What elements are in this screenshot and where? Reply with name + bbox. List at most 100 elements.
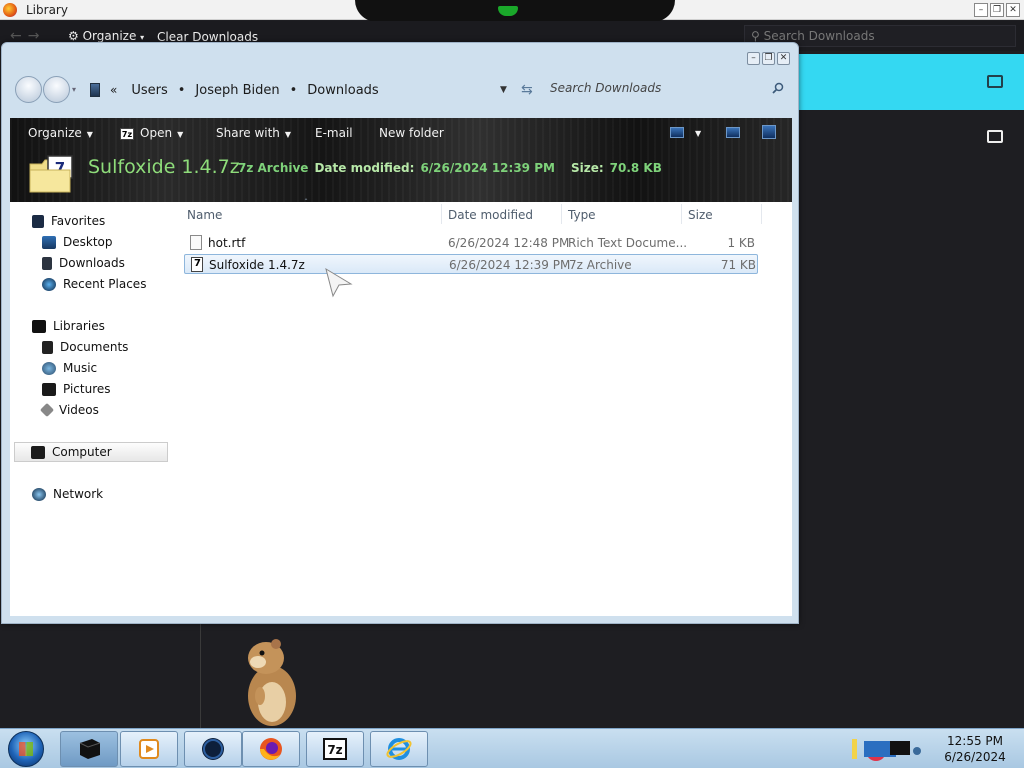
- back-button[interactable]: [15, 76, 42, 103]
- breadcrumb[interactable]: « Users • Joseph Biden • Downloads: [90, 79, 520, 101]
- column-name[interactable]: Name: [187, 208, 222, 222]
- nav-downloads[interactable]: Downloads: [42, 253, 125, 273]
- taskbar-globe-app[interactable]: [184, 731, 242, 767]
- new-folder-button[interactable]: New folder: [379, 126, 444, 140]
- nav-computer-label: Computer: [52, 445, 112, 459]
- taskbar-firefox[interactable]: [242, 731, 300, 767]
- breadcrumb-item-users[interactable]: Users: [131, 83, 167, 98]
- start-button[interactable]: [8, 731, 44, 767]
- nav-music[interactable]: Music: [42, 358, 97, 378]
- nav-network[interactable]: Network: [32, 484, 103, 504]
- nav-favorites[interactable]: Favorites: [32, 211, 105, 231]
- selected-file-type: 7z Archive: [238, 161, 309, 175]
- nav-videos[interactable]: Videos: [39, 400, 99, 420]
- nav-computer[interactable]: Computer: [14, 442, 168, 462]
- date-modified-value: 6/26/2024 12:39 PM: [420, 161, 555, 175]
- search-input[interactable]: Search Downloads: [550, 78, 786, 100]
- minimize-button[interactable]: –: [747, 52, 760, 65]
- folder-icon[interactable]: [987, 75, 1003, 88]
- close-button[interactable]: ✕: [777, 52, 790, 65]
- nav-documents[interactable]: Documents: [42, 337, 128, 357]
- nav-documents-label: Documents: [60, 340, 129, 354]
- file-type: Rich Text Docume...: [568, 236, 688, 250]
- internet-explorer-icon: [386, 738, 412, 760]
- refresh-icon[interactable]: ⇆: [521, 82, 533, 98]
- open-button[interactable]: 7z Open ▼: [120, 126, 183, 140]
- top-notch: [355, 0, 675, 22]
- breadcrumb-item-downloads[interactable]: Downloads: [307, 83, 378, 98]
- library-minimize-button[interactable]: –: [974, 3, 988, 17]
- videos-icon: [39, 402, 55, 418]
- 7z-archive-icon: 7: [29, 155, 73, 193]
- system-tray-icons[interactable]: [852, 733, 922, 765]
- window-bottom-border: [10, 616, 792, 620]
- taskbar-explorer[interactable]: [60, 731, 118, 767]
- favorites-icon: [32, 214, 44, 228]
- taskbar-internet-explorer[interactable]: [370, 731, 428, 767]
- file-list: Name ˆ Date modified Type Size hot.rtf 6…: [176, 198, 792, 616]
- maximize-button[interactable]: ❐: [762, 52, 775, 65]
- email-button[interactable]: E-mail: [315, 126, 353, 140]
- breadcrumb-separator[interactable]: •: [290, 83, 298, 98]
- folder-icon[interactable]: [987, 130, 1003, 143]
- libraries-icon: [32, 319, 46, 333]
- nav-libraries[interactable]: Libraries: [32, 316, 105, 336]
- computer-icon: [90, 83, 100, 97]
- address-history-chevron-icon[interactable]: ▼: [500, 85, 507, 95]
- file-date: 6/26/2024 12:48 PM: [448, 236, 570, 250]
- column-size[interactable]: Size: [688, 208, 713, 222]
- size-label: Size:: [570, 161, 604, 175]
- file-size: 71 KB: [720, 258, 756, 272]
- mouse-cursor-icon: [325, 268, 353, 298]
- search-icon: ⚲: [751, 29, 760, 43]
- details-pane: 7 Sulfoxide 1.4.7z 7z Archive Date modif…: [10, 148, 792, 202]
- nav-recent-places[interactable]: Recent Places: [42, 274, 146, 294]
- forward-button[interactable]: [43, 76, 70, 103]
- hamster-sticker-image: [248, 639, 296, 726]
- view-options-chevron-icon[interactable]: ▼: [695, 129, 701, 138]
- organize-button[interactable]: Organize ▼: [28, 126, 93, 140]
- 7z-icon: 7z: [120, 128, 134, 140]
- library-close-button[interactable]: ✕: [1006, 3, 1020, 17]
- nav-favorites-label: Favorites: [51, 214, 106, 228]
- breadcrumb-separator[interactable]: •: [178, 83, 186, 98]
- file-size: 1 KB: [727, 236, 755, 250]
- nav-music-label: Music: [63, 361, 98, 375]
- file-row-sulfoxide-7z[interactable]: Sulfoxide 1.4.7z 6/26/2024 12:39 PM 7z A…: [184, 254, 758, 274]
- desktop-icon: [42, 235, 56, 249]
- library-maximize-button[interactable]: ❐: [990, 3, 1004, 17]
- column-divider[interactable]: [441, 204, 442, 224]
- nav-desktop[interactable]: Desktop: [42, 232, 113, 252]
- nav-recent-places-label: Recent Places: [63, 277, 147, 291]
- taskbar-media-player[interactable]: [120, 731, 178, 767]
- nav-downloads-label: Downloads: [59, 256, 125, 270]
- search-icon[interactable]: [772, 82, 784, 94]
- explorer-cube-icon: [79, 739, 101, 759]
- selected-file-name: Sulfoxide 1.4.7z: [88, 156, 240, 178]
- firefox-icon: [3, 3, 17, 17]
- open-label: Open: [140, 126, 173, 140]
- preview-pane-icon[interactable]: [726, 127, 740, 138]
- file-type: 7z Archive: [569, 258, 632, 272]
- breadcrumb-overflow-icon[interactable]: «: [110, 83, 117, 97]
- change-view-icon[interactable]: [670, 127, 684, 138]
- share-with-button[interactable]: Share with ▼: [216, 126, 291, 140]
- taskbar-clock[interactable]: 12:55 PM 6/26/2024: [930, 733, 1020, 765]
- column-date-modified[interactable]: Date modified: [448, 208, 533, 222]
- breadcrumb-item-user[interactable]: Joseph Biden: [195, 83, 279, 98]
- recent-pages-chevron-icon[interactable]: ▾: [72, 85, 76, 94]
- taskbar-7zip[interactable]: 7z: [306, 731, 364, 767]
- column-type[interactable]: Type: [568, 208, 596, 222]
- nav-pictures[interactable]: Pictures: [42, 379, 111, 399]
- file-row-hot-rtf[interactable]: hot.rtf 6/26/2024 12:48 PM Rich Text Doc…: [184, 233, 758, 253]
- recent-places-icon: [42, 277, 56, 291]
- size-value: 70.8 KB: [609, 161, 662, 175]
- library-organize-button[interactable]: ⚙ Organize ▾: [68, 29, 144, 43]
- clock-time: 12:55 PM: [947, 734, 1003, 748]
- file-name: hot.rtf: [208, 236, 246, 250]
- column-divider[interactable]: [561, 204, 562, 224]
- help-icon[interactable]: [762, 125, 776, 139]
- column-divider[interactable]: [761, 204, 762, 224]
- network-icon: [32, 487, 46, 501]
- column-divider[interactable]: [681, 204, 682, 224]
